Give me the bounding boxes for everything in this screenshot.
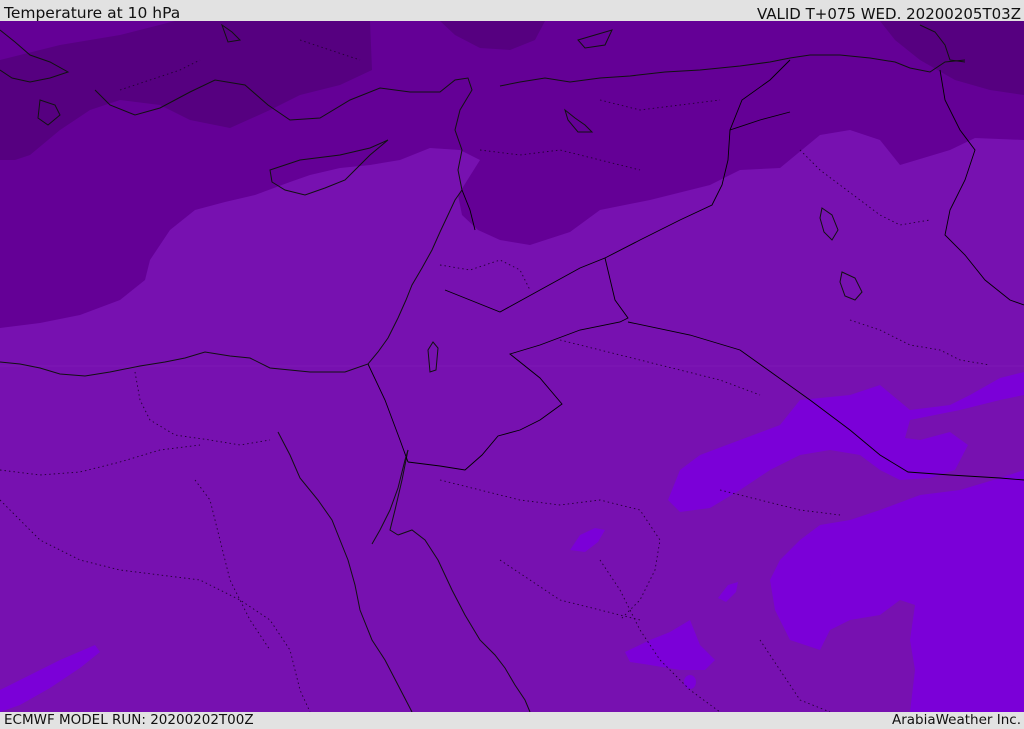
model-run: ECMWF MODEL RUN: 20200202T00Z — [4, 712, 254, 728]
credit: ArabiaWeather Inc. — [891, 712, 1021, 728]
footer-bar: ECMWF MODEL RUN: 20200202T00Z ArabiaWeat… — [0, 712, 1024, 729]
temperature-band-light-7 — [684, 675, 696, 689]
map-title: Temperature at 10 hPa — [4, 4, 181, 22]
temperature-band-light-8 — [819, 567, 831, 583]
weather-map — [0, 21, 1024, 712]
header-bar: Temperature at 10 hPa VALID T+075 WED. 2… — [0, 0, 1024, 23]
